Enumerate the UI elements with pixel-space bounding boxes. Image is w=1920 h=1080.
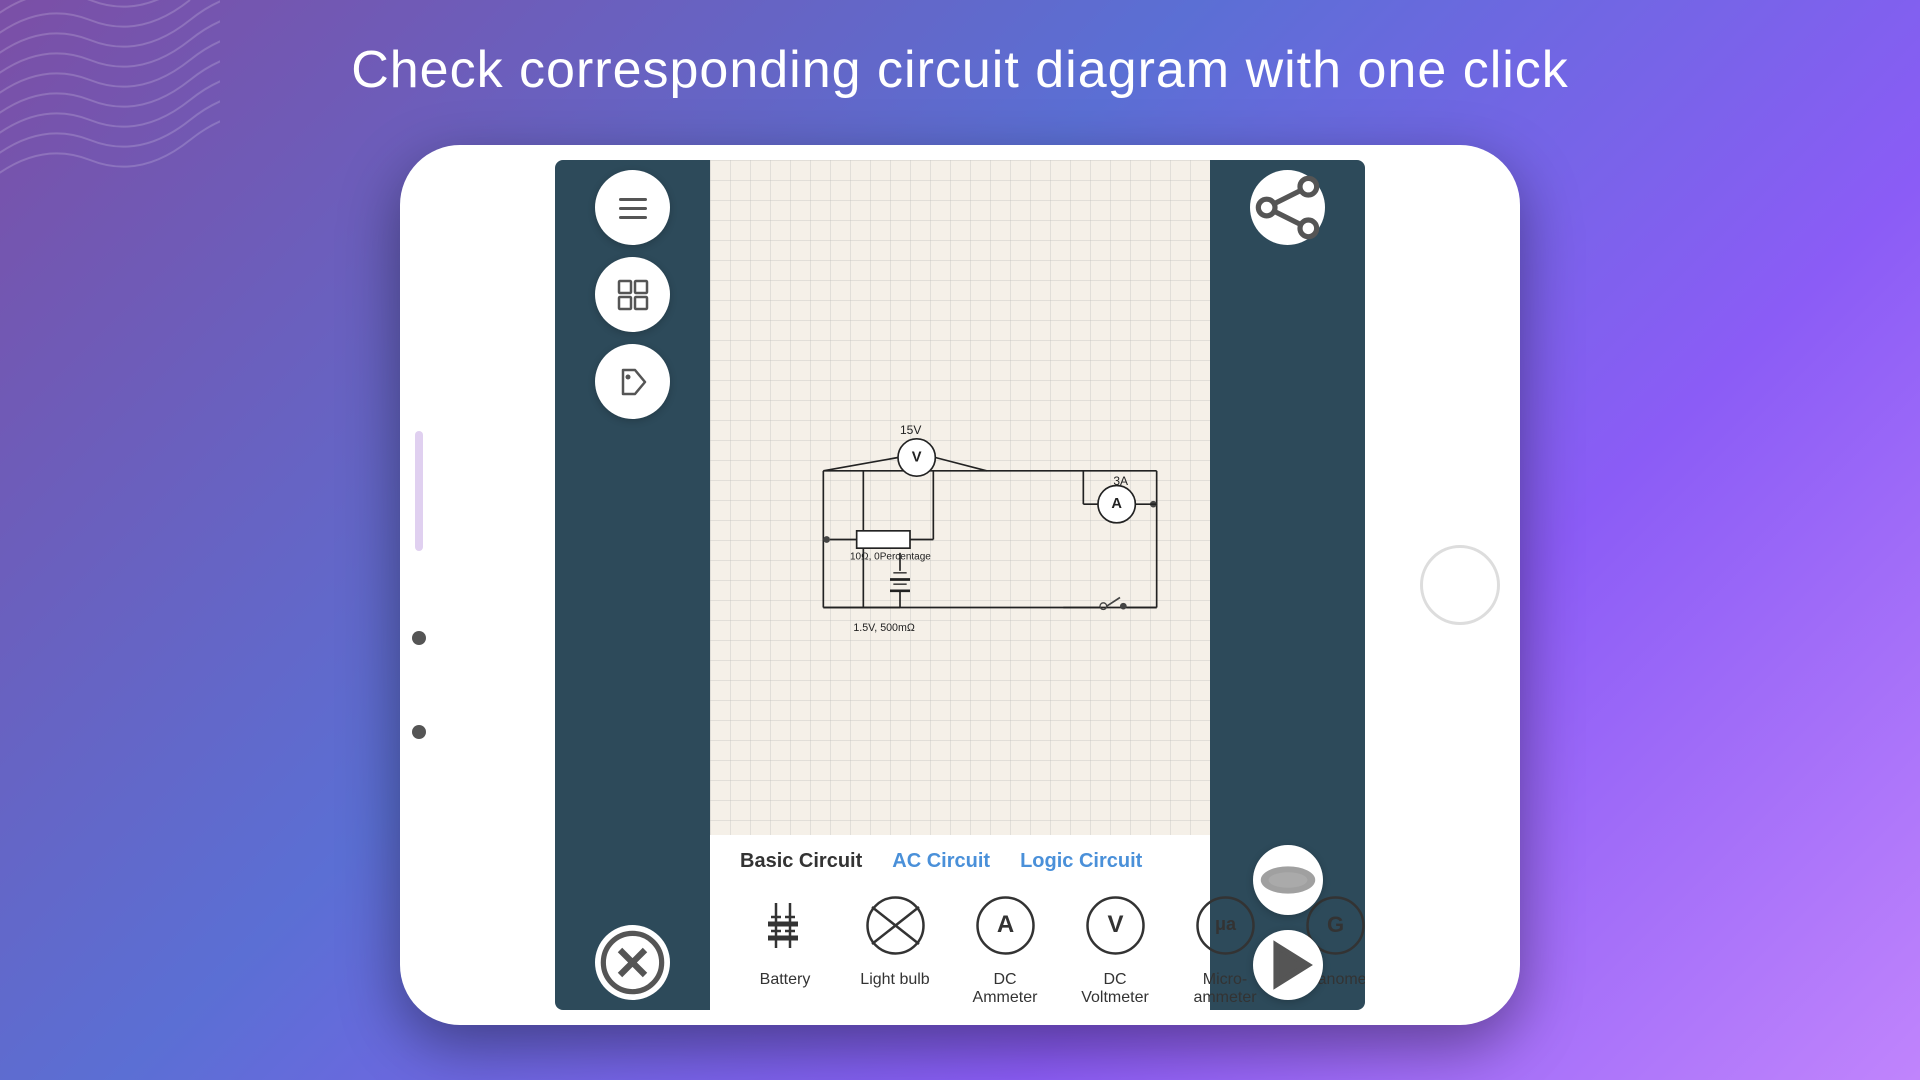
header-title: Check corresponding circuit diagram with… (0, 40, 1920, 100)
component-battery[interactable]: Battery (740, 888, 830, 989)
ammeter-icon: A (968, 888, 1043, 963)
volume-dot (412, 631, 426, 645)
tab-logic-circuit[interactable]: Logic Circuit (1020, 850, 1142, 873)
share-button[interactable] (1250, 170, 1325, 245)
component-lightbulb[interactable]: Light bulb (850, 888, 940, 989)
voltmeter-label: DC Voltmeter (1070, 971, 1160, 1007)
svg-text:3A: 3A (1113, 474, 1128, 488)
tab-basic-circuit[interactable]: Basic Circuit (740, 850, 862, 873)
right-sidebar (1210, 160, 1365, 1010)
bottom-panel: Basic Circuit AC Circuit Logic Circuit (710, 835, 1210, 1010)
volume-dot-2 (412, 725, 426, 739)
tag-button[interactable] (595, 344, 670, 419)
circuit-tabs: Basic Circuit AC Circuit Logic Circuit (730, 850, 1190, 873)
grid-button[interactable] (595, 257, 670, 332)
volume-slider[interactable] (415, 431, 423, 551)
svg-text:A: A (996, 911, 1013, 938)
circuit-canvas: V 15V A 3A (710, 160, 1210, 835)
battery-icon (748, 888, 823, 963)
menu-button[interactable] (595, 170, 670, 245)
tablet-frame: V 15V A 3A (400, 145, 1520, 1025)
lightbulb-icon (858, 888, 933, 963)
left-sidebar (555, 160, 710, 1010)
svg-text:V: V (912, 450, 922, 466)
volume-controls (412, 431, 426, 739)
svg-text:A: A (1111, 496, 1122, 512)
voltmeter-icon: V (1078, 888, 1153, 963)
component-voltmeter[interactable]: V DC Voltmeter (1070, 888, 1160, 1007)
close-button[interactable] (595, 925, 670, 1000)
components-row: Battery Light bulb (730, 888, 1190, 1007)
svg-text:V: V (1107, 911, 1123, 938)
pencil-button[interactable] (1253, 845, 1323, 915)
ammeter-label: DC Ammeter (960, 971, 1050, 1007)
camera-button[interactable] (1420, 545, 1500, 625)
svg-text:15V: 15V (900, 423, 921, 437)
component-ammeter[interactable]: A DC Ammeter (960, 888, 1050, 1007)
tab-ac-circuit[interactable]: AC Circuit (892, 850, 990, 873)
svg-text:1.5V, 500mΩ: 1.5V, 500mΩ (853, 622, 915, 634)
lightbulb-label: Light bulb (860, 971, 929, 989)
svg-text:10Ω, 0Percentage: 10Ω, 0Percentage (850, 552, 931, 563)
tablet-screen: V 15V A 3A (555, 160, 1365, 1010)
next-button[interactable] (1253, 930, 1323, 1000)
battery-label: Battery (760, 971, 811, 989)
